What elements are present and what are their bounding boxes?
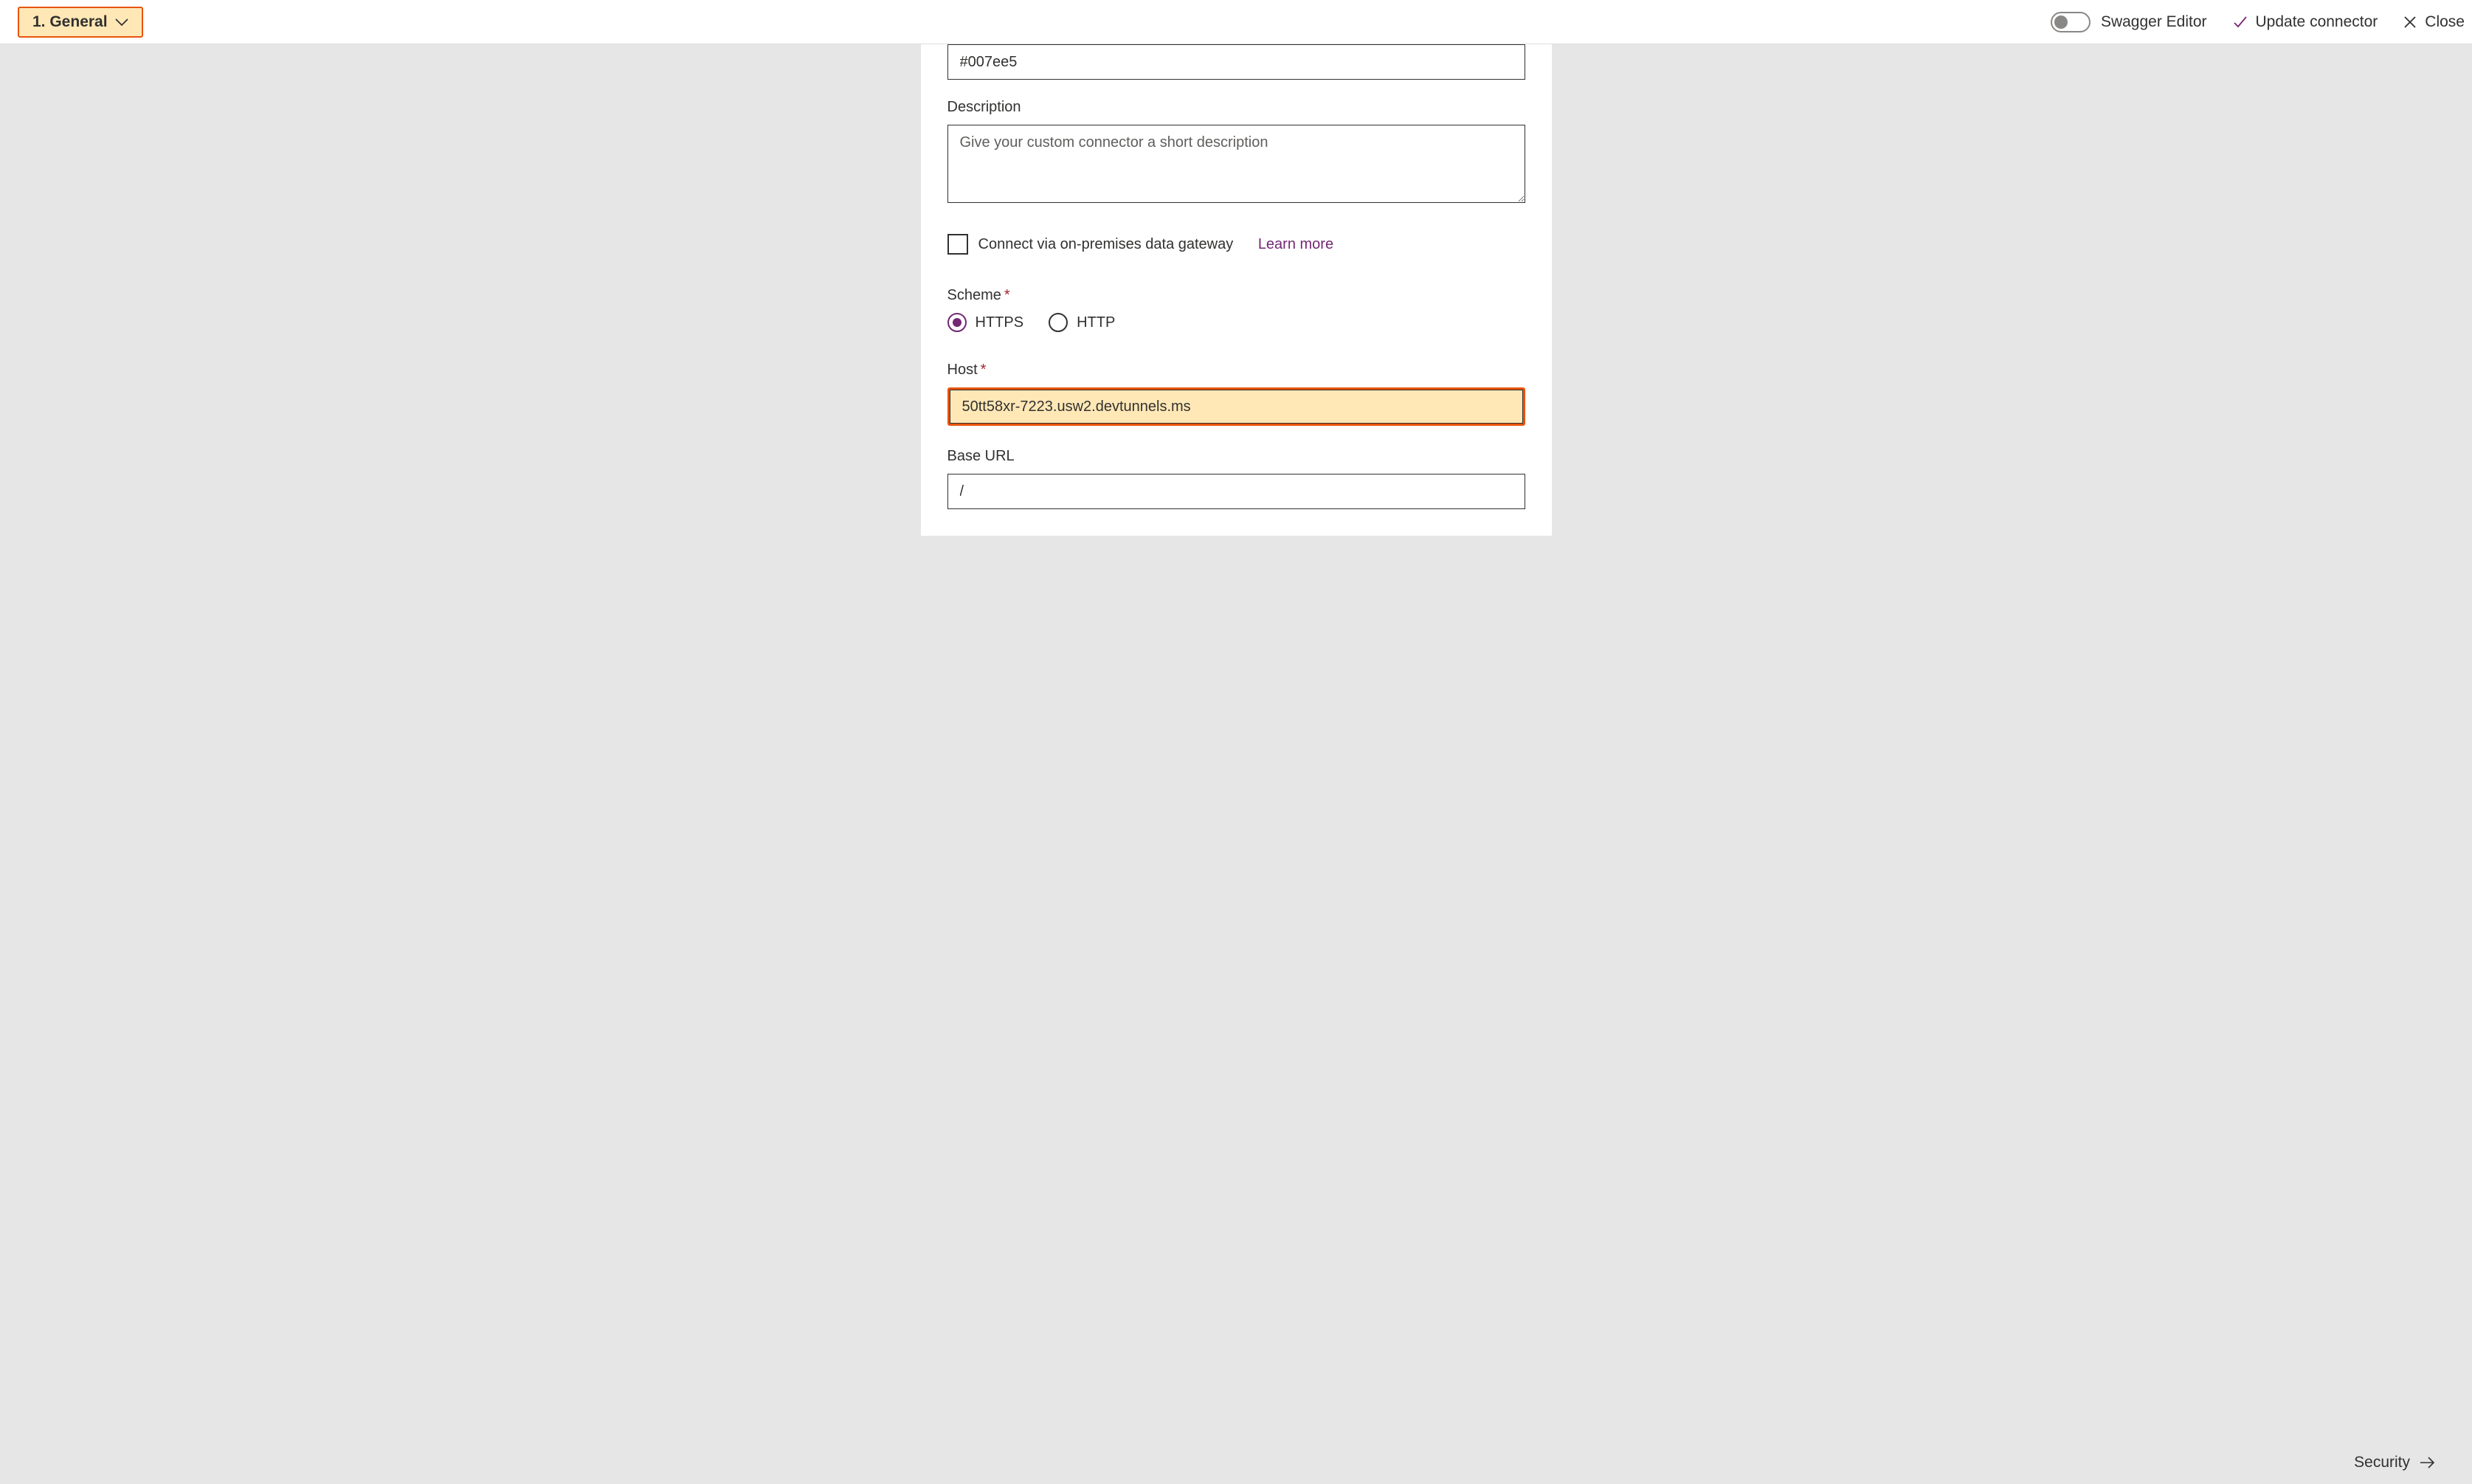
host-input[interactable] (950, 390, 1523, 424)
update-label: Update connector (2256, 13, 2378, 31)
next-security-button[interactable]: Security (2354, 1454, 2437, 1471)
close-button[interactable]: Close (2403, 13, 2465, 31)
radio-unselected-icon (1049, 313, 1068, 332)
scheme-label-text: Scheme (947, 287, 1001, 304)
scheme-field: Scheme * HTTPS HTTP (947, 287, 1525, 332)
scheme-label: Scheme * (947, 287, 1525, 304)
swagger-label: Swagger Editor (2101, 13, 2207, 31)
baseurl-input[interactable] (947, 474, 1525, 509)
gateway-learn-more-link[interactable]: Learn more (1258, 236, 1333, 253)
toggle-pill (2051, 12, 2091, 32)
host-highlight (947, 387, 1525, 426)
arrow-right-icon (2419, 1456, 2437, 1469)
step-label: 1. General (32, 13, 108, 31)
close-icon (2403, 15, 2417, 30)
description-input[interactable] (947, 125, 1525, 203)
next-label: Security (2354, 1454, 2410, 1471)
topbar-actions: Swagger Editor Update connector Close (2051, 12, 2465, 32)
description-label: Description (947, 99, 1525, 116)
top-bar: 1. General Swagger Editor Update connect… (0, 0, 2472, 44)
required-marker: * (1004, 287, 1010, 304)
scheme-http-label: HTTP (1077, 314, 1115, 331)
form-panel: Description Connect via on-premises data… (921, 44, 1552, 536)
scheme-https-radio[interactable]: HTTPS (947, 313, 1024, 332)
update-connector-button[interactable]: Update connector (2232, 13, 2378, 31)
chevron-down-icon (115, 18, 128, 27)
required-marker: * (981, 362, 987, 379)
baseurl-label: Base URL (947, 448, 1525, 465)
swagger-editor-toggle[interactable]: Swagger Editor (2051, 12, 2207, 32)
gateway-checkbox[interactable] (947, 234, 968, 255)
host-label-text: Host (947, 362, 978, 379)
host-field: Host * (947, 362, 1525, 426)
host-label: Host * (947, 362, 1525, 379)
close-label: Close (2425, 13, 2465, 31)
description-field: Description (947, 99, 1525, 207)
wizard-footer: Security (2354, 1441, 2472, 1484)
icon-color-input[interactable] (947, 44, 1525, 80)
check-icon (2232, 14, 2248, 30)
baseurl-field: Base URL (947, 448, 1525, 509)
radio-selected-icon (947, 313, 967, 332)
step-dropdown[interactable]: 1. General (18, 7, 143, 38)
gateway-checkbox-row: Connect via on-premises data gateway Lea… (947, 234, 1525, 255)
scheme-http-radio[interactable]: HTTP (1049, 313, 1115, 332)
gateway-label: Connect via on-premises data gateway (978, 236, 1234, 253)
scheme-https-label: HTTPS (976, 314, 1024, 331)
scheme-radio-group: HTTPS HTTP (947, 313, 1525, 332)
